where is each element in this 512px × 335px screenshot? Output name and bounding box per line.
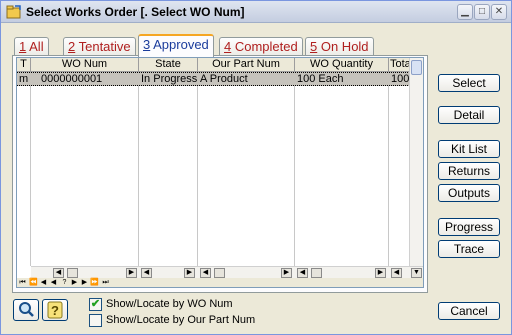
scroll-left-icon[interactable]: ◀: [141, 268, 152, 278]
column-header-type[interactable]: T: [17, 58, 31, 72]
scroll-right-icon[interactable]: ▶: [184, 268, 195, 278]
next-record-icon[interactable]: ▶: [80, 278, 89, 287]
window-title: Select Works Order [. Select WO Num]: [26, 5, 245, 19]
scroll-right-icon[interactable]: ▶: [126, 268, 137, 278]
locate-by-wo-num-checkbox[interactable]: ✔: [89, 298, 102, 311]
scroll-left-icon[interactable]: ◀: [297, 268, 308, 278]
last-record-icon[interactable]: ⏭: [101, 278, 110, 287]
maximize-button[interactable]: □: [474, 4, 490, 20]
first-record-icon[interactable]: ⏮: [18, 278, 27, 287]
column-scrollbar[interactable]: ◀ ▼: [389, 266, 423, 278]
column-header-our-part-num[interactable]: Our Part Num: [198, 58, 295, 72]
scroll-left-icon[interactable]: ◀: [391, 268, 402, 278]
scroll-right-icon[interactable]: ▶: [281, 268, 292, 278]
scroll-left-icon[interactable]: ◀: [200, 268, 211, 278]
scroll-thumb[interactable]: [311, 268, 322, 278]
maximize-icon: □: [478, 6, 486, 17]
select-works-order-window: Select Works Order [. Select WO Num] ▁ □…: [0, 0, 512, 335]
locate-icon[interactable]: ?: [60, 278, 69, 287]
cell-state: In Progress: [141, 73, 198, 85]
cell-wo-quantity: 100 Each: [297, 73, 344, 85]
column-header-wo-num[interactable]: WO Num: [31, 58, 139, 72]
column-divider: [138, 72, 139, 266]
detail-button[interactable]: Detail: [438, 106, 500, 124]
tab-tentative[interactable]: 2 Tentative: [63, 37, 136, 56]
column-scrollbar[interactable]: ◀ ▶: [198, 266, 295, 278]
scroll-left-icon[interactable]: ◀: [53, 268, 64, 278]
cell-total: 100 Ea: [391, 73, 410, 85]
vertical-scrollbar[interactable]: [409, 58, 423, 266]
column-scrollbar[interactable]: ◀ ▶: [139, 266, 198, 278]
scroll-thumb[interactable]: [67, 268, 78, 278]
scroll-thumb[interactable]: [214, 268, 225, 278]
question-icon: ?: [47, 301, 63, 319]
column-divider: [294, 72, 295, 266]
column-header-state[interactable]: State: [139, 58, 198, 72]
column-header-total[interactable]: Total: [389, 58, 411, 72]
select-button[interactable]: Select: [438, 74, 500, 92]
svg-text:?: ?: [51, 303, 59, 318]
title-bar[interactable]: Select Works Order [. Select WO Num] ▁ □…: [1, 1, 511, 23]
outputs-button[interactable]: Outputs: [438, 184, 500, 202]
locate-by-wo-num-label: Show/Locate by WO Num: [106, 298, 233, 310]
help-button[interactable]: ?: [42, 299, 68, 321]
minimize-button[interactable]: ▁: [457, 4, 473, 20]
close-button[interactable]: ✕: [491, 4, 507, 20]
record-navigator: ⏮ ⏪ ◀ ◀ ? ▶ ▶ ⏩ ⏭: [17, 278, 423, 287]
cell-our-part-num: A Product: [200, 73, 248, 85]
folder-icon: [6, 5, 21, 19]
close-icon: ✕: [494, 6, 504, 17]
next-page-icon[interactable]: ⏩: [90, 278, 99, 287]
cell-type: m: [19, 73, 29, 85]
column-scrollbar[interactable]: ◀ ▶: [31, 266, 139, 278]
returns-button[interactable]: Returns: [438, 162, 500, 180]
cell-wo-num: 0000000001: [41, 73, 103, 85]
column-header-wo-quantity[interactable]: WO Quantity: [295, 58, 389, 72]
progress-button[interactable]: Progress: [438, 218, 500, 236]
trace-button[interactable]: Trace: [438, 240, 500, 258]
previous-page-icon[interactable]: ⏪: [29, 278, 38, 287]
column-divider: [388, 72, 389, 266]
search-button[interactable]: [13, 299, 39, 321]
works-order-grid[interactable]: T WO Num State Our Part Num WO Quantity …: [16, 57, 424, 288]
previous-icon[interactable]: ◀: [49, 278, 58, 287]
minimize-icon: ▁: [461, 6, 469, 17]
column-divider: [30, 72, 31, 266]
tab-completed[interactable]: 4 Completed: [219, 37, 303, 56]
magnifier-icon: [19, 302, 34, 317]
kit-list-button[interactable]: Kit List: [438, 140, 500, 158]
tab-approved[interactable]: 3 Approved: [138, 34, 214, 57]
column-divider: [197, 72, 198, 266]
locate-by-part-num-label: Show/Locate by Our Part Num: [106, 314, 256, 326]
scroll-down-icon[interactable]: ▼: [411, 268, 422, 278]
table-row[interactable]: m 0000000001 In Progress A Product 100 E…: [17, 72, 410, 86]
locate-by-part-num-checkbox[interactable]: [89, 314, 102, 327]
next-icon[interactable]: ▶: [70, 278, 79, 287]
previous-record-icon[interactable]: ◀: [39, 278, 48, 287]
scroll-right-icon[interactable]: ▶: [375, 268, 386, 278]
locate-by-part-num-option[interactable]: Show/Locate by Our Part Num: [89, 314, 259, 328]
locate-by-wo-num-option[interactable]: ✔ Show/Locate by WO Num: [89, 298, 259, 312]
column-scrollbar[interactable]: ◀ ▶: [295, 266, 389, 278]
tab-all[interactable]: 1 All: [14, 37, 49, 56]
vertical-scroll-thumb[interactable]: [411, 60, 422, 75]
cancel-button[interactable]: Cancel: [438, 302, 500, 320]
tab-on-hold[interactable]: 5 On Hold: [305, 37, 374, 56]
